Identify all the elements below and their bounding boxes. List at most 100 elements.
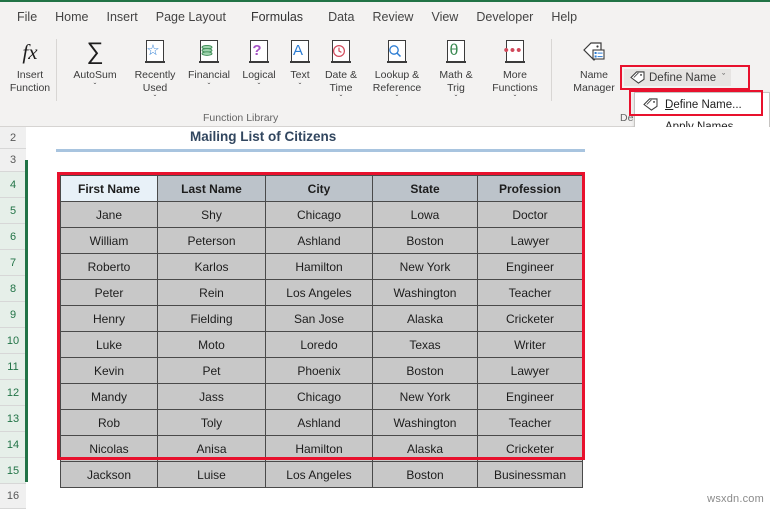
table-cell[interactable]: Ashland bbox=[265, 227, 373, 254]
table-cell[interactable]: Cricketer bbox=[477, 435, 583, 462]
table-cell[interactable]: Chicago bbox=[265, 383, 373, 410]
table-cell[interactable]: Loredo bbox=[265, 331, 373, 358]
table-cell[interactable]: Cricketer bbox=[477, 305, 583, 332]
ribbon-tab-view[interactable]: View bbox=[422, 5, 467, 29]
chevron-down-icon[interactable]: ˇ bbox=[396, 94, 399, 103]
table-cell[interactable]: Rob bbox=[60, 409, 158, 436]
table-cell[interactable]: Washington bbox=[372, 279, 478, 306]
table-header-cell[interactable]: First Name bbox=[60, 175, 158, 202]
table-cell[interactable]: Jane bbox=[60, 201, 158, 228]
table-cell[interactable]: Los Angeles bbox=[265, 461, 373, 488]
table-cell[interactable]: Rein bbox=[157, 279, 266, 306]
ribbon-tab-review[interactable]: Review bbox=[363, 5, 422, 29]
table-cell[interactable]: Jass bbox=[157, 383, 266, 410]
table-cell[interactable]: Boston bbox=[372, 357, 478, 384]
ribbon-tab-data[interactable]: Data bbox=[319, 5, 363, 29]
table-cell[interactable]: Chicago bbox=[265, 201, 373, 228]
ribbon-tab-developer[interactable]: Developer bbox=[467, 5, 542, 29]
ribbon-tab-insert[interactable]: Insert bbox=[98, 5, 147, 29]
table-cell[interactable]: Alaska bbox=[372, 435, 478, 462]
row-header-11[interactable]: 11 bbox=[0, 354, 26, 380]
chevron-down-icon[interactable]: ˇ bbox=[208, 82, 211, 91]
table-cell[interactable]: Luke bbox=[60, 331, 158, 358]
row-header-6[interactable]: 6 bbox=[0, 224, 26, 250]
table-cell[interactable]: Phoenix bbox=[265, 357, 373, 384]
row-header-4[interactable]: 4 bbox=[0, 172, 26, 198]
chevron-down-icon[interactable]: ˇ bbox=[258, 82, 261, 91]
clock-button[interactable]: Date & Time ˇ bbox=[320, 37, 362, 103]
table-cell[interactable]: Anisa bbox=[157, 435, 266, 462]
ribbon-tab-page-layout[interactable]: Page Layout bbox=[147, 5, 235, 29]
chevron-down-icon[interactable]: ˇ bbox=[299, 82, 302, 91]
table-cell[interactable]: Lawyer bbox=[477, 227, 583, 254]
chevron-down-icon[interactable]: ˇ bbox=[514, 94, 517, 103]
table-cell[interactable]: Texas bbox=[372, 331, 478, 358]
ribbon-tab-home[interactable]: Home bbox=[46, 5, 97, 29]
table-cell[interactable]: Engineer bbox=[477, 253, 583, 280]
chevron-down-icon[interactable]: ˇ bbox=[722, 73, 725, 82]
row-header-13[interactable]: 13 bbox=[0, 406, 26, 432]
table-cell[interactable]: Washington bbox=[372, 409, 478, 436]
table-cell[interactable]: Lawyer bbox=[477, 357, 583, 384]
table-cell[interactable]: Boston bbox=[372, 461, 478, 488]
chevron-down-icon[interactable]: ˇ bbox=[154, 94, 157, 103]
theta-button[interactable]: θ Math & Trig ˇ bbox=[432, 37, 480, 103]
ribbon-tab-formulas[interactable]: Formulas bbox=[237, 3, 317, 30]
table-cell[interactable]: Shy bbox=[157, 201, 266, 228]
ribbon-tab-help[interactable]: Help bbox=[542, 5, 586, 29]
row-header-12[interactable]: 12 bbox=[0, 380, 26, 406]
table-cell[interactable]: Teacher bbox=[477, 279, 583, 306]
row-header-8[interactable]: 8 bbox=[0, 276, 26, 302]
table-cell[interactable]: San Jose bbox=[265, 305, 373, 332]
table-cell[interactable]: Peter bbox=[60, 279, 158, 306]
table-cell[interactable]: William bbox=[60, 227, 158, 254]
define-name-button[interactable]: Define Name ˇ bbox=[624, 69, 732, 86]
table-cell[interactable]: Nicolas bbox=[60, 435, 158, 462]
table-cell[interactable]: Boston bbox=[372, 227, 478, 254]
table-cell[interactable]: Alaska bbox=[372, 305, 478, 332]
ribbon-tab-file[interactable]: File bbox=[8, 5, 46, 29]
table-cell[interactable]: New York bbox=[372, 383, 478, 410]
table-cell[interactable]: Karlos bbox=[157, 253, 266, 280]
table-header-cell[interactable]: Profession bbox=[477, 175, 583, 202]
table-cell[interactable]: Engineer bbox=[477, 383, 583, 410]
letter-a-button[interactable]: A Text ˇ bbox=[283, 37, 317, 91]
menu-item-define-name[interactable]: Define Name... bbox=[635, 93, 769, 116]
table-cell[interactable]: Ashland bbox=[265, 409, 373, 436]
chevron-down-icon[interactable]: ˇ bbox=[94, 82, 97, 91]
table-cell[interactable]: Jackson bbox=[60, 461, 158, 488]
table-cell[interactable]: Luise bbox=[157, 461, 266, 488]
table-cell[interactable]: Fielding bbox=[157, 305, 266, 332]
chevron-down-icon[interactable]: ˇ bbox=[455, 94, 458, 103]
table-header-cell[interactable]: State bbox=[372, 175, 478, 202]
fx-button[interactable]: fx Insert Function bbox=[6, 37, 54, 94]
question-button[interactable]: ? Logical ˇ bbox=[238, 37, 280, 91]
coins-button[interactable]: Financial ˇ bbox=[185, 37, 233, 91]
row-header-2[interactable]: 2 bbox=[0, 127, 26, 149]
table-cell[interactable]: Businessman bbox=[477, 461, 583, 488]
magnifier-button[interactable]: Lookup & Reference ˇ bbox=[365, 37, 429, 103]
row-header-9[interactable]: 9 bbox=[0, 302, 26, 328]
table-cell[interactable]: Roberto bbox=[60, 253, 158, 280]
table-cell[interactable]: Henry bbox=[60, 305, 158, 332]
row-header-7[interactable]: 7 bbox=[0, 250, 26, 276]
table-cell[interactable]: Moto bbox=[157, 331, 266, 358]
star-button[interactable]: ☆ Recently Used ˇ bbox=[130, 37, 180, 103]
table-cell[interactable]: Doctor bbox=[477, 201, 583, 228]
ellipsis-button[interactable]: ••• More Functions ˇ bbox=[484, 37, 546, 103]
table-cell[interactable]: Hamilton bbox=[265, 253, 373, 280]
table-cell[interactable]: Peterson bbox=[157, 227, 266, 254]
table-cell[interactable]: Teacher bbox=[477, 409, 583, 436]
row-header-10[interactable]: 10 bbox=[0, 328, 26, 354]
row-header-5[interactable]: 5 bbox=[0, 198, 26, 224]
name-manager-button[interactable]: Name Manager bbox=[566, 37, 622, 94]
table-cell[interactable]: Mandy bbox=[60, 383, 158, 410]
table-header-cell[interactable]: City bbox=[265, 175, 373, 202]
table-cell[interactable]: Toly bbox=[157, 409, 266, 436]
row-header-14[interactable]: 14 bbox=[0, 432, 26, 458]
table-cell[interactable]: Kevin bbox=[60, 357, 158, 384]
table-cell[interactable]: Los Angeles bbox=[265, 279, 373, 306]
row-header-15[interactable]: 15 bbox=[0, 458, 26, 484]
chevron-down-icon[interactable]: ˇ bbox=[340, 94, 343, 103]
table-cell[interactable]: Pet bbox=[157, 357, 266, 384]
